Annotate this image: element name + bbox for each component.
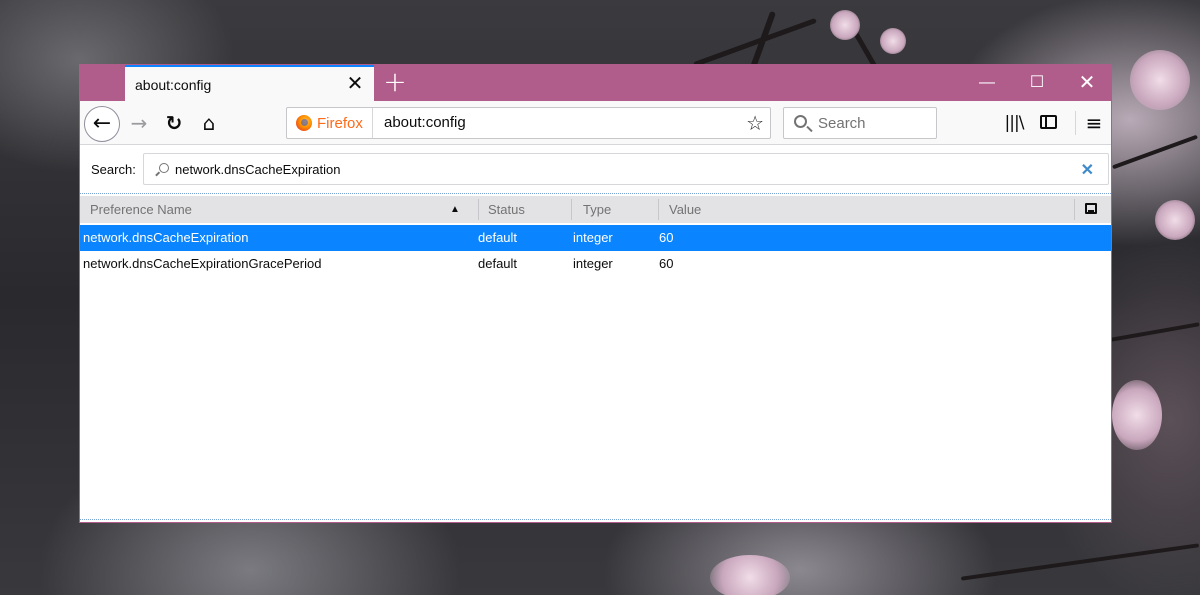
config-search-label: Search:	[91, 162, 136, 177]
library-icon[interactable]: |||\	[1000, 109, 1028, 137]
forward-button[interactable]: →	[125, 109, 153, 137]
column-separator	[1074, 199, 1075, 220]
about-config-page: Search: network.dnsCacheExpiration ✕ Pre…	[80, 146, 1111, 522]
tab-title: about:config	[135, 77, 212, 93]
search-bar[interactable]: Search	[783, 107, 937, 139]
column-status[interactable]: Status	[478, 196, 570, 223]
clear-search-icon[interactable]: ✕	[1081, 160, 1094, 180]
url-input[interactable]: about:config	[384, 114, 466, 131]
filter-search-icon	[159, 163, 169, 173]
pref-name: network.dnsCacheExpiration	[83, 230, 249, 245]
pref-status: default	[478, 256, 518, 271]
title-bar: about:config ✕ + — ☐ ✕	[80, 65, 1111, 101]
table-row[interactable]: network.dnsCacheExpiration default integ…	[80, 225, 1111, 251]
column-separator[interactable]	[571, 199, 572, 220]
pref-type: integer	[573, 256, 613, 271]
close-window-button[interactable]: ✕	[1063, 65, 1111, 101]
reload-button[interactable]: ↻	[160, 109, 188, 137]
minimize-button[interactable]: —	[963, 65, 1011, 101]
wallpaper-blossom	[1155, 200, 1195, 240]
new-tab-button[interactable]: +	[382, 68, 408, 98]
browser-window: about:config ✕ + — ☐ ✕ ← → ↻ ⌂ Firefox a…	[79, 64, 1112, 523]
firefox-logo-icon	[296, 115, 312, 131]
pref-value: 60	[659, 256, 674, 271]
identity-box[interactable]: Firefox	[287, 108, 373, 138]
bookmark-star-icon[interactable]: ☆	[746, 111, 764, 135]
column-type[interactable]: Type	[573, 196, 657, 223]
wallpaper-blossom	[880, 28, 906, 54]
table-header: Preference Name ▲ Status Type Value	[80, 196, 1111, 223]
config-search-value[interactable]: network.dnsCacheExpiration	[175, 162, 340, 177]
config-search-input[interactable]: network.dnsCacheExpiration ✕	[143, 153, 1109, 185]
pref-value: 60	[659, 230, 674, 245]
hamburger-menu-icon[interactable]: ≡	[1080, 109, 1108, 137]
wallpaper-blossom	[1112, 380, 1162, 450]
wallpaper-blossom	[710, 555, 790, 595]
column-preference-name[interactable]: Preference Name	[80, 196, 478, 223]
column-value[interactable]: Value	[659, 196, 1069, 223]
search-icon	[794, 115, 807, 128]
pref-type: integer	[573, 230, 613, 245]
pref-status: default	[478, 230, 518, 245]
maximize-button[interactable]: ☐	[1013, 65, 1061, 101]
sort-ascending-icon: ▲	[450, 204, 460, 215]
toolbar-separator	[1075, 111, 1076, 135]
tab-close-icon[interactable]: ✕	[346, 73, 364, 95]
wallpaper-branch	[960, 543, 1200, 581]
preferences-table: Preference Name ▲ Status Type Value netw…	[80, 193, 1111, 520]
tab-about-config[interactable]: about:config ✕	[125, 65, 374, 101]
navigation-toolbar: ← → ↻ ⌂ Firefox about:config ☆ Search ||…	[80, 101, 1111, 145]
sidebar-toggle-icon[interactable]	[1040, 115, 1057, 129]
wallpaper-blossom	[830, 10, 860, 40]
search-input[interactable]: Search	[818, 115, 866, 132]
config-search-row: Search: network.dnsCacheExpiration ✕	[80, 146, 1111, 192]
wallpaper-branch	[1112, 134, 1198, 170]
wallpaper-blossom	[1130, 50, 1190, 110]
identity-label: Firefox	[317, 115, 363, 132]
home-button[interactable]: ⌂	[195, 109, 223, 137]
url-bar[interactable]: Firefox about:config ☆	[286, 107, 771, 139]
table-row[interactable]: network.dnsCacheExpirationGracePeriod de…	[80, 251, 1111, 277]
back-button[interactable]: ←	[84, 106, 120, 142]
pref-name: network.dnsCacheExpirationGracePeriod	[83, 256, 322, 271]
column-picker-icon[interactable]	[1085, 203, 1097, 214]
wallpaper-branch	[1110, 322, 1200, 342]
